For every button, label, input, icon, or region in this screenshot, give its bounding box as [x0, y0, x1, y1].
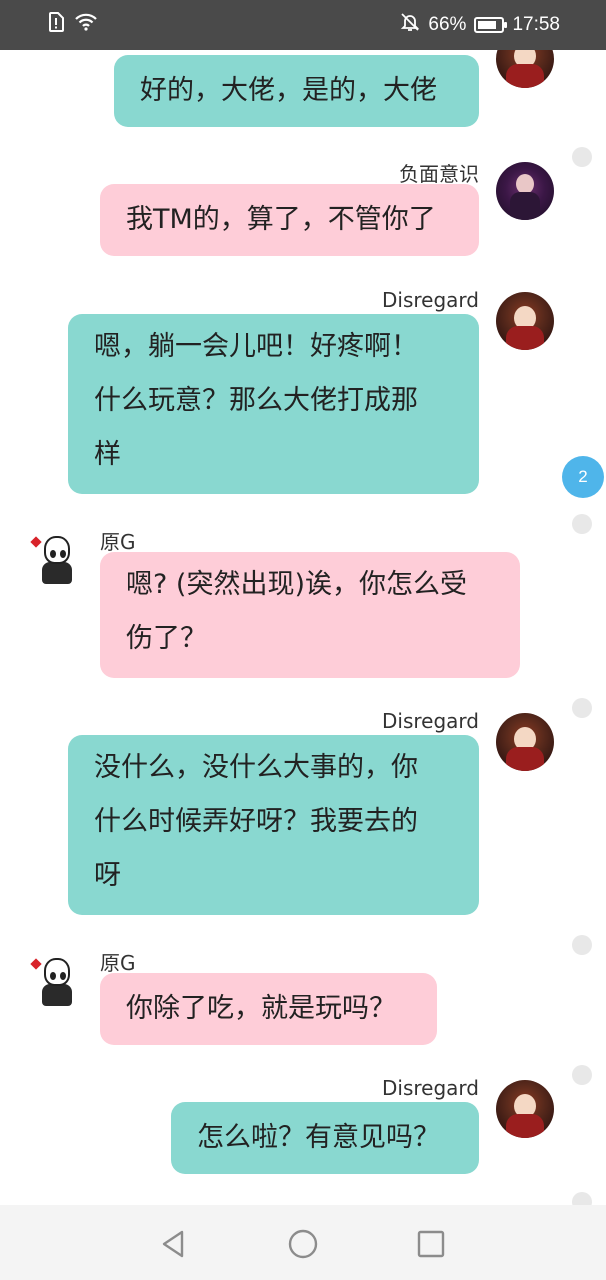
recents-icon[interactable]	[414, 1227, 448, 1261]
avatar-g[interactable]	[28, 952, 86, 1010]
read-status-dot	[572, 514, 592, 534]
sender-name: Disregard	[382, 288, 479, 312]
avatar-disregard[interactable]	[496, 1080, 554, 1138]
status-left-icons	[48, 12, 98, 36]
message-bubble[interactable]: 好的，大佬，是的，大佬	[114, 55, 479, 127]
clock: 17:58	[512, 13, 560, 35]
avatar-disregard[interactable]	[496, 292, 554, 350]
message-text: 好的，大佬，是的，大佬	[140, 75, 437, 106]
sender-name: 原G	[100, 951, 136, 975]
message-line: 什么时候弄好呀？我要去的	[94, 806, 418, 837]
message-line: 伤了？	[126, 623, 207, 654]
unread-count-badge[interactable]: 2	[562, 456, 604, 498]
chat-area[interactable]: 好的，大佬，是的，大佬 负面意识 我TM的，算了，不管你了 Disregard …	[0, 50, 606, 1205]
status-right-icons: 66% 17:58	[400, 12, 560, 37]
message-bubble[interactable]: 没什么，没什么大事的，你 什么时候弄好呀？我要去的 呀	[68, 735, 479, 915]
sender-name: Disregard	[382, 709, 479, 733]
mute-bell-icon	[400, 12, 420, 37]
sender-name: Disregard	[382, 1076, 479, 1100]
message-text: 怎么啦？有意见吗？	[197, 1122, 440, 1153]
status-bar: 66% 17:58	[0, 0, 606, 50]
message-bubble[interactable]: 你除了吃，就是玩吗？	[100, 973, 437, 1045]
avatar-negative[interactable]	[496, 162, 554, 220]
message-text: 你除了吃，就是玩吗？	[126, 993, 396, 1024]
navigation-bar	[0, 1205, 606, 1280]
avatar-disregard[interactable]	[496, 50, 554, 88]
battery-percent: 66%	[428, 13, 467, 35]
sim-alert-icon	[48, 12, 64, 36]
home-icon[interactable]	[286, 1227, 320, 1261]
heart-icon	[30, 958, 42, 970]
message-line: 没什么，没什么大事的，你	[94, 752, 418, 783]
read-status-dot	[572, 1065, 592, 1085]
message-bubble[interactable]: 怎么啦？有意见吗？	[171, 1102, 479, 1174]
message-bubble[interactable]: 嗯? (突然出现)诶，你怎么受 伤了？	[100, 552, 520, 678]
back-icon[interactable]	[157, 1227, 191, 1261]
read-status-dot	[572, 935, 592, 955]
avatar-g[interactable]	[28, 530, 86, 588]
sender-name: 负面意识	[399, 162, 479, 186]
battery-icon	[474, 16, 508, 33]
read-status-dot	[572, 698, 592, 718]
message-line: 样	[94, 439, 121, 470]
wifi-icon	[74, 12, 98, 36]
message-line: 嗯，躺一会儿吧！好疼啊！	[94, 331, 418, 362]
message-bubble[interactable]: 我TM的，算了，不管你了	[100, 184, 479, 256]
sender-name: 原G	[100, 530, 136, 554]
message-line: 呀	[94, 860, 121, 891]
avatar-disregard[interactable]	[496, 713, 554, 771]
message-line: 嗯? (突然出现)诶，你怎么受	[126, 569, 467, 600]
message-bubble[interactable]: 嗯，躺一会儿吧！好疼啊！ 什么玩意？那么大佬打成那 样	[68, 314, 479, 494]
message-line: 什么玩意？那么大佬打成那	[94, 385, 418, 416]
heart-icon	[30, 536, 42, 548]
read-status-dot	[572, 147, 592, 167]
message-text: 我TM的，算了，不管你了	[126, 204, 436, 235]
read-status-dot	[572, 1192, 592, 1205]
